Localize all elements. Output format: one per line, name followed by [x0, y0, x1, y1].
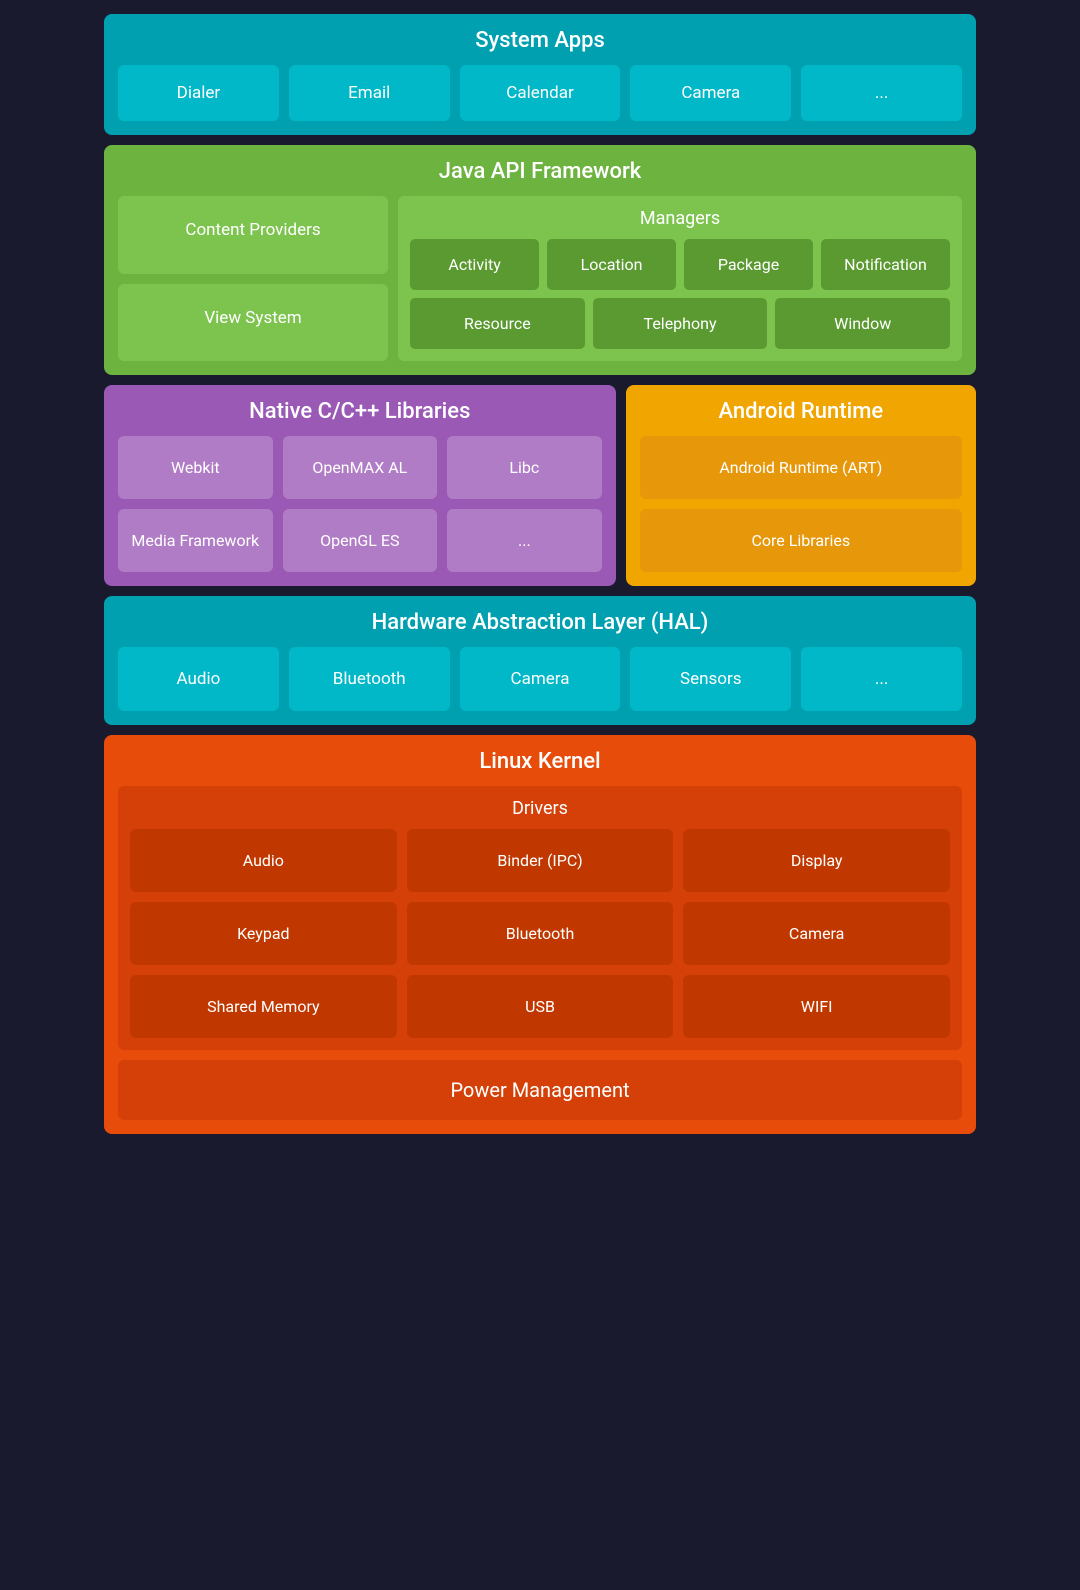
middle-row: Native C/C++ Libraries Webkit OpenMAX AL…	[104, 385, 976, 586]
manager-location: Location	[547, 239, 676, 290]
java-api-left: Content Providers View System	[118, 196, 388, 361]
drivers-title: Drivers	[130, 798, 950, 819]
drivers-grid: Audio Binder (IPC) Display Keypad Blueto…	[130, 829, 950, 1038]
managers-title: Managers	[410, 208, 950, 229]
native-title: Native C/C++ Libraries	[118, 399, 602, 424]
native-layer: Native C/C++ Libraries Webkit OpenMAX AL…	[104, 385, 616, 586]
hal-sensors: Sensors	[630, 647, 791, 711]
hal-camera: Camera	[460, 647, 621, 711]
driver-audio: Audio	[130, 829, 397, 892]
manager-resource: Resource	[410, 298, 585, 349]
manager-package: Package	[684, 239, 813, 290]
app-email: Email	[289, 65, 450, 121]
driver-keypad: Keypad	[130, 902, 397, 965]
hal-more: ...	[801, 647, 962, 711]
apps-row: Dialer Email Calendar Camera ...	[118, 65, 962, 121]
driver-camera: Camera	[683, 902, 950, 965]
driver-wifi: WIFI	[683, 975, 950, 1038]
managers-grid: Activity Location Package Notification R…	[410, 239, 950, 349]
runtime-art: Android Runtime (ART)	[640, 436, 962, 499]
java-api-layer: Java API Framework Content Providers Vie…	[104, 145, 976, 375]
driver-bluetooth: Bluetooth	[407, 902, 674, 965]
hal-audio: Audio	[118, 647, 279, 711]
view-system-box: View System	[118, 284, 388, 362]
driver-shared-memory: Shared Memory	[130, 975, 397, 1038]
android-runtime-layer: Android Runtime Android Runtime (ART) Co…	[626, 385, 976, 586]
system-apps-layer: System Apps Dialer Email Calendar Camera…	[104, 14, 976, 135]
managers-row-2: Resource Telephony Window	[410, 298, 950, 349]
app-more: ...	[801, 65, 962, 121]
android-runtime-title: Android Runtime	[640, 399, 962, 424]
driver-usb: USB	[407, 975, 674, 1038]
native-more: ...	[447, 509, 602, 572]
driver-binder: Binder (IPC)	[407, 829, 674, 892]
runtime-grid: Android Runtime (ART) Core Libraries	[640, 436, 962, 572]
drivers-container: Drivers Audio Binder (IPC) Display Keypa…	[118, 786, 962, 1050]
manager-activity: Activity	[410, 239, 539, 290]
native-grid: Webkit OpenMAX AL Libc Media Framework O…	[118, 436, 602, 572]
hal-bluetooth: Bluetooth	[289, 647, 450, 711]
hal-row: Audio Bluetooth Camera Sensors ...	[118, 647, 962, 711]
app-dialer: Dialer	[118, 65, 279, 121]
linux-kernel-title: Linux Kernel	[118, 749, 962, 774]
android-architecture-diagram: System Apps Dialer Email Calendar Camera…	[90, 0, 990, 1148]
hal-layer: Hardware Abstraction Layer (HAL) Audio B…	[104, 596, 976, 725]
native-opengl: OpenGL ES	[283, 509, 438, 572]
driver-display: Display	[683, 829, 950, 892]
managers-container: Managers Activity Location Package Notif…	[398, 196, 962, 361]
native-media: Media Framework	[118, 509, 273, 572]
app-camera: Camera	[630, 65, 791, 121]
hal-title: Hardware Abstraction Layer (HAL)	[118, 610, 962, 635]
native-libc: Libc	[447, 436, 602, 499]
content-providers-box: Content Providers	[118, 196, 388, 274]
java-api-content: Content Providers View System Managers A…	[118, 196, 962, 361]
manager-notification: Notification	[821, 239, 950, 290]
app-calendar: Calendar	[460, 65, 621, 121]
runtime-core-libs: Core Libraries	[640, 509, 962, 572]
native-webkit: Webkit	[118, 436, 273, 499]
power-management: Power Management	[118, 1060, 962, 1120]
linux-kernel-layer: Linux Kernel Drivers Audio Binder (IPC) …	[104, 735, 976, 1134]
managers-row-1: Activity Location Package Notification	[410, 239, 950, 290]
manager-window: Window	[775, 298, 950, 349]
native-openmax: OpenMAX AL	[283, 436, 438, 499]
system-apps-title: System Apps	[118, 28, 962, 53]
manager-telephony: Telephony	[593, 298, 768, 349]
java-api-title: Java API Framework	[118, 159, 962, 184]
